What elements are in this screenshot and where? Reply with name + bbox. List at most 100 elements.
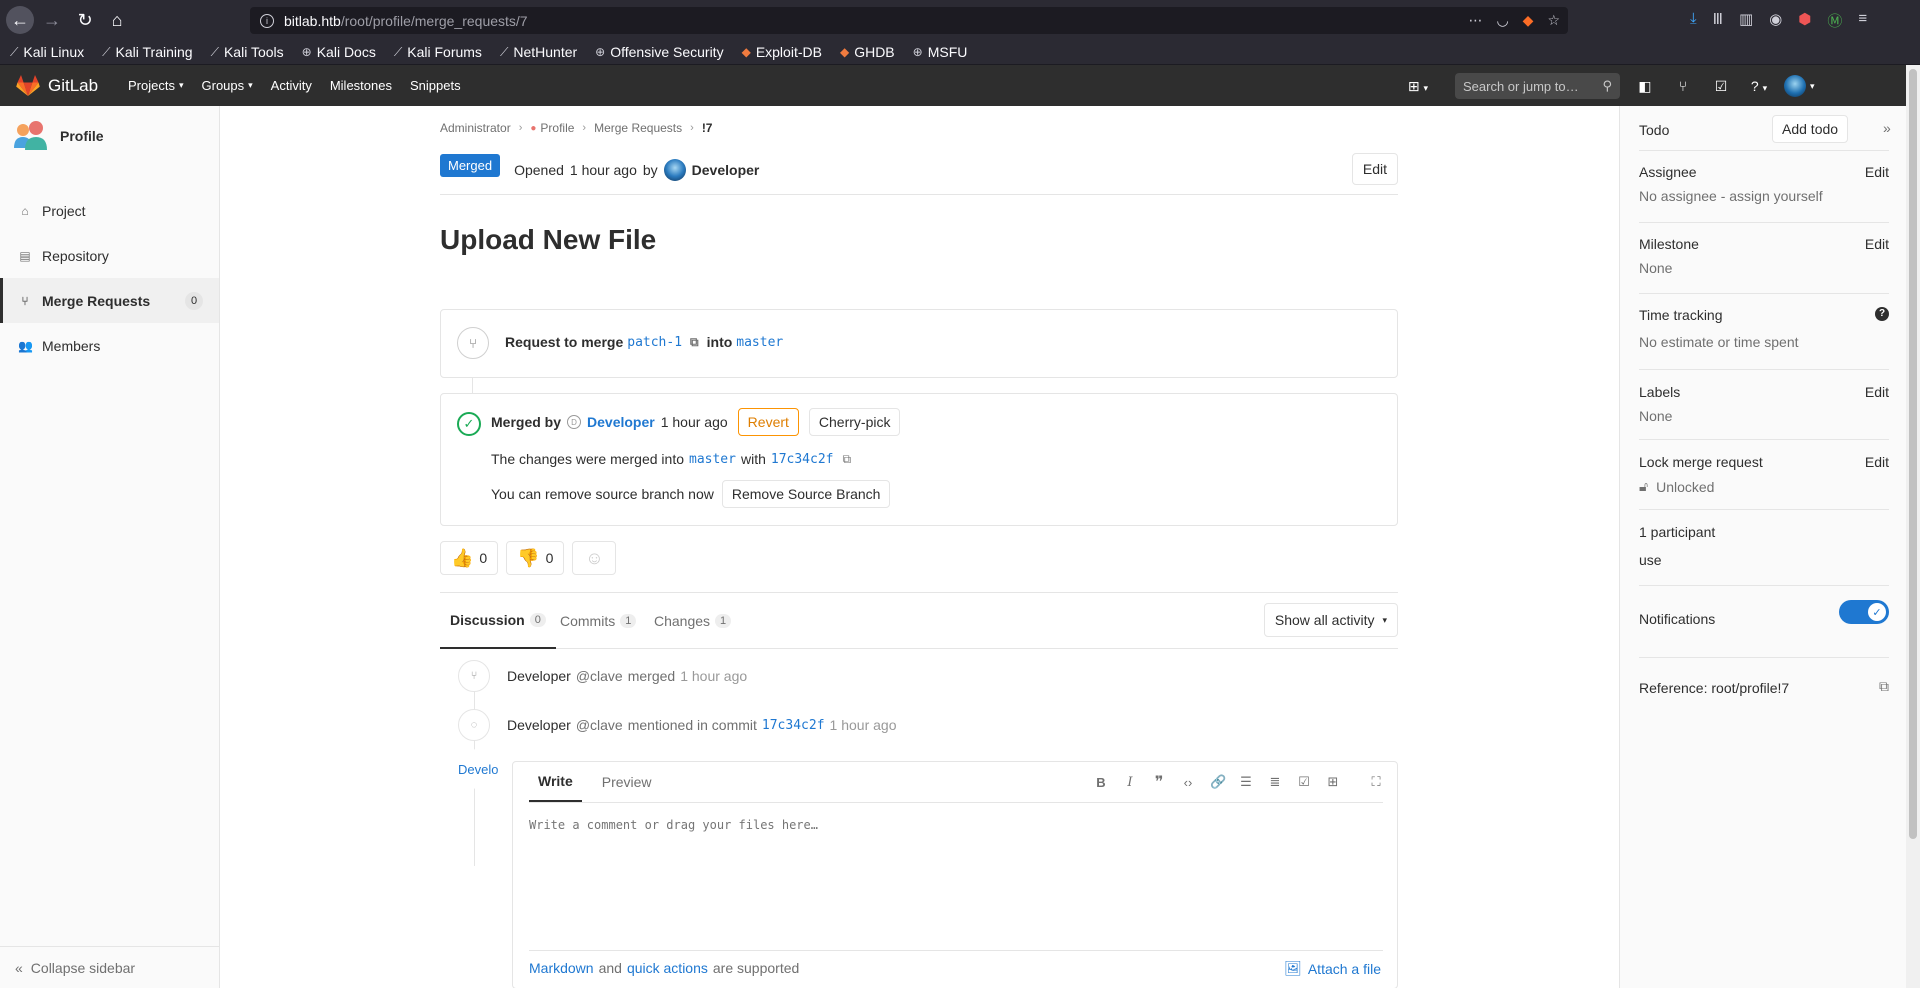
avatar[interactable]: Develop [458,749,498,789]
breadcrumb-merge-requests[interactable]: Merge Requests [594,121,682,135]
collapse-sidebar-button[interactable]: « Collapse sidebar [0,946,219,988]
download-icon[interactable]: ⤓ [1690,10,1697,31]
breadcrumb-administrator[interactable]: Administrator [440,121,511,135]
sidebar-item-merge-requests[interactable]: ⑂ Merge Requests 0 [0,278,219,323]
activity-user-link[interactable]: Developer [507,717,571,733]
assignee-value[interactable]: No assignee - assign yourself [1639,188,1823,204]
bookmark-msfu[interactable]: ⊕ MSFU [913,44,968,60]
nav-snippets[interactable]: Snippets [410,78,461,93]
quote-icon[interactable]: ❞ [1152,772,1166,792]
milestone-edit-link[interactable]: Edit [1865,236,1889,252]
merge-request-icon[interactable]: ⑂ [1670,78,1696,94]
revert-button[interactable]: Revert [737,408,799,436]
numbered-list-icon[interactable]: ≣ [1268,774,1282,790]
bookmark-nethunter[interactable]: ⟋ NetHunter [500,44,577,60]
back-arrow-icon[interactable]: ← [6,6,34,34]
avatar[interactable] [663,159,686,181]
merged-by-user-link[interactable]: Developer [587,414,655,430]
bookmark-kali-training[interactable]: ⟋ Kali Training [102,44,192,60]
info-icon[interactable]: i [260,13,274,28]
notifications-toggle[interactable]: ✓ [1839,600,1889,624]
activity-user-link[interactable]: Developer [507,668,571,684]
quick-actions-link[interactable]: quick actions [627,960,708,976]
remove-source-branch-button[interactable]: Remove Source Branch [721,480,891,508]
source-branch-link[interactable]: patch-1 [627,335,682,350]
sidebar-item-members[interactable]: 👥 Members [0,323,219,368]
commit-sha-link[interactable]: 17c34c2f [762,718,825,733]
avatar[interactable]: D [567,415,582,429]
copy-icon[interactable]: ⧉ [690,335,699,350]
bookmark-kali-forums[interactable]: ⟋ Kali Forums [394,44,482,60]
todo-check-icon[interactable]: ☑ [1708,78,1734,95]
link-icon[interactable]: 🔗 [1210,774,1226,790]
extension-icon[interactable]: ⬢ [1798,10,1811,31]
tab-changes[interactable]: Changes 1 [654,593,732,649]
assignee-edit-link[interactable]: Edit [1865,164,1889,180]
gitlab-extension-icon[interactable]: ◆ [1523,12,1534,29]
bookmark-offensive-security[interactable]: ⊕ Offensive Security [595,44,723,60]
forward-arrow-icon[interactable]: → [38,6,66,34]
reload-icon[interactable]: ↻ [71,6,99,34]
sidebar-item-project[interactable]: ⌂ Project [0,188,219,233]
sidebar-item-repository[interactable]: ▤ Repository [0,233,219,278]
table-icon[interactable]: ⊞ [1326,774,1340,790]
bookmark-ghdb[interactable]: ◆ GHDB [840,44,895,60]
add-emoji-button[interactable]: ☺ [572,541,617,575]
labels-edit-link[interactable]: Edit [1865,384,1889,400]
tab-commits[interactable]: Commits 1 [560,593,637,649]
nav-groups[interactable]: Groups ▾ [202,78,253,93]
markdown-help-link[interactable]: Markdown [529,960,594,976]
star-icon[interactable]: ☆ [1547,12,1560,29]
lock-edit-link[interactable]: Edit [1865,454,1889,470]
sidebar-context-header[interactable]: Profile [12,118,104,154]
help-icon[interactable]: ? ▾ [1746,78,1772,94]
code-icon[interactable]: ‹› [1181,775,1195,790]
bookmark-kali-tools[interactable]: ⟋ Kali Tools [211,44,284,60]
bullet-list-icon[interactable]: ☰ [1239,774,1253,790]
bold-icon[interactable]: B [1094,775,1108,790]
attach-file-button[interactable]: 🖼 Attach a file [1284,960,1381,977]
menu-icon[interactable]: ≡ [1858,10,1867,31]
show-activity-dropdown[interactable]: Show all activity ▾ [1263,603,1398,637]
bookmark-exploit-db[interactable]: ◆ Exploit-DB [742,44,822,60]
author-link[interactable]: Developer [692,162,760,178]
more-icon[interactable]: ⋯ [1468,12,1482,29]
pocket-icon[interactable]: ◡ [1496,12,1508,29]
issues-icon[interactable]: ◧ [1632,78,1658,95]
tab-discussion[interactable]: Discussion 0 [440,593,556,649]
tab-write[interactable]: Write [529,762,582,802]
extension-m-icon[interactable]: Ⓜ [1827,10,1842,31]
cherry-pick-button[interactable]: Cherry-pick [808,408,901,436]
plus-square-icon[interactable]: ⊞ ▾ [1405,78,1431,95]
library-icon[interactable]: Ⅲ [1713,10,1723,31]
thumbs-up-button[interactable]: 👍 0 [440,541,499,575]
target-branch-link[interactable]: master [736,335,783,350]
edit-button[interactable]: Edit [1351,153,1398,185]
fullscreen-icon[interactable]: ⛶ [1369,774,1383,790]
account-icon[interactable]: ◉ [1769,10,1782,31]
gitlab-logo[interactable]: GitLab [16,75,98,97]
commit-sha-link[interactable]: 17c34c2f [771,452,834,467]
task-list-icon[interactable]: ☑ [1297,774,1311,790]
target-branch-link[interactable]: master [689,452,736,467]
bookmark-kali-docs[interactable]: ⊕ Kali Docs [302,44,376,60]
sidebar-icon[interactable]: ▥ [1739,10,1753,31]
page-scrollbar[interactable] [1906,65,1920,988]
breadcrumb-profile[interactable]: ● Profile [530,121,574,135]
thumbs-down-button[interactable]: 👎 0 [506,541,565,575]
copy-icon[interactable]: ⧉ [1879,678,1889,695]
add-todo-button[interactable]: Add todo [1772,115,1849,143]
url-bar[interactable]: i bitlab.htb/root/profile/merge_requests… [250,7,1568,34]
nav-activity[interactable]: Activity [271,78,312,93]
italic-icon[interactable]: I [1123,775,1137,790]
breadcrumb-current[interactable]: !7 [702,121,713,135]
comment-textarea[interactable] [529,810,1383,940]
home-icon[interactable]: ⌂ [103,6,131,34]
scroll-thumb[interactable] [1909,69,1917,839]
copy-icon[interactable]: ⧉ [843,452,852,467]
url-text[interactable]: bitlab.htb/root/profile/merge_requests/7 [284,13,528,29]
search-input[interactable]: Search or jump to… ⚲ [1455,73,1620,99]
tab-preview[interactable]: Preview [602,774,652,790]
double-chevron-right-icon[interactable]: » [1883,120,1891,136]
nav-milestones[interactable]: Milestones [330,78,392,93]
